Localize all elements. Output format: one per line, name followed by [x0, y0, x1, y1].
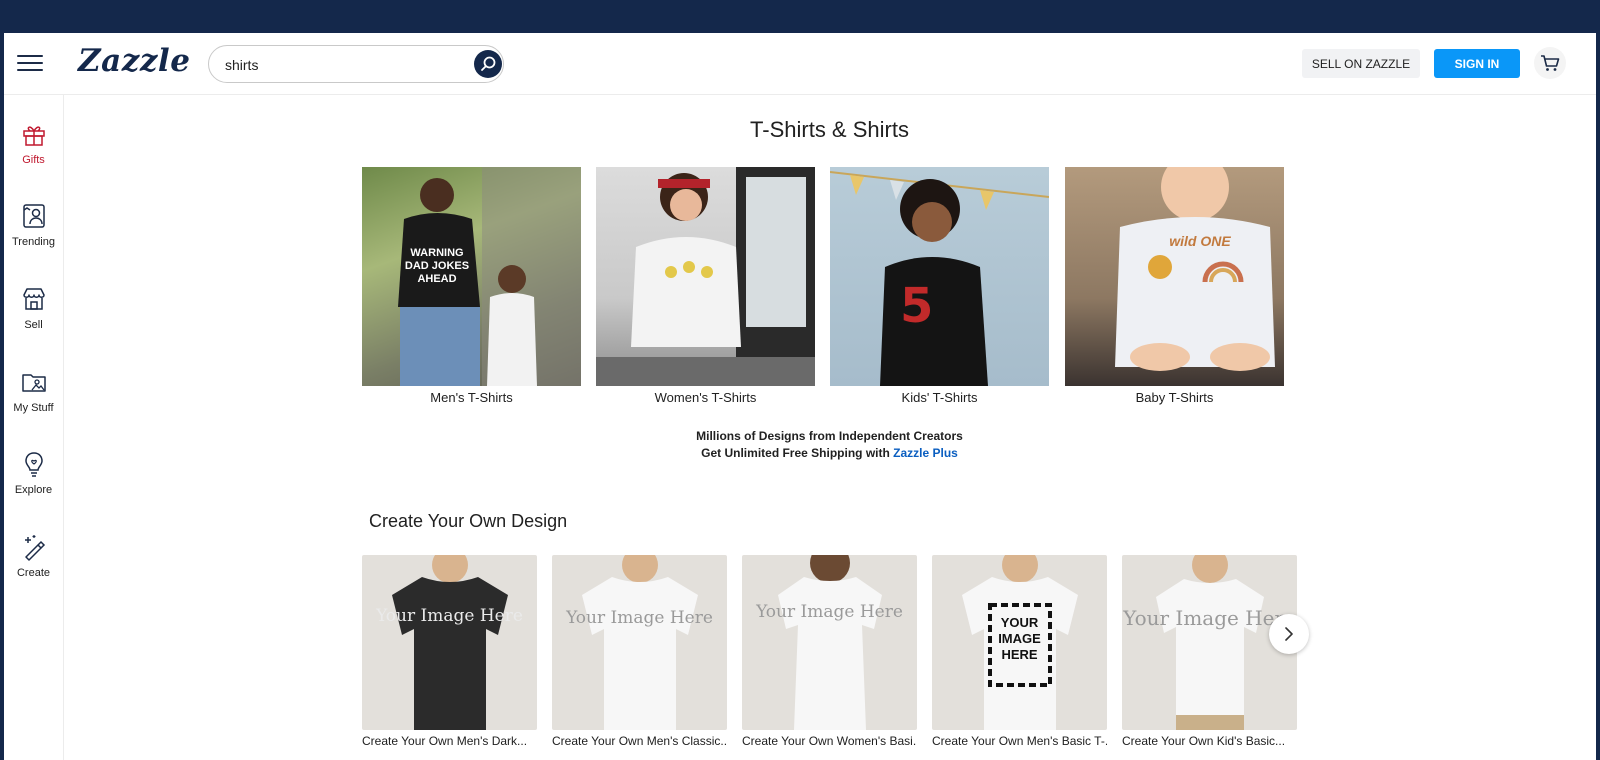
- white-tshirt-illustration: [582, 555, 698, 730]
- sidebar-item-label: Gifts: [22, 154, 45, 166]
- search-button[interactable]: [474, 50, 502, 78]
- category-label: Baby T-Shirts: [1135, 390, 1214, 405]
- category-label: Women's T-Shirts: [654, 390, 757, 405]
- product-image: Your Image Here: [362, 555, 537, 730]
- page-title: T-Shirts & Shirts: [750, 117, 909, 142]
- category-kids-tshirts[interactable]: 5 Kids' T-Shirts: [830, 167, 1049, 405]
- product-label: Create Your Own Men's Dark...: [362, 734, 528, 748]
- sidebar-item-gifts[interactable]: Gifts: [4, 120, 63, 166]
- sidebar-item-label: Explore: [14, 484, 53, 496]
- zazzle-plus-link[interactable]: Zazzle Plus: [893, 446, 958, 460]
- sign-in-button[interactable]: SIGN IN: [1434, 49, 1520, 78]
- search-icon: [481, 56, 496, 71]
- sidebar-item-explore[interactable]: Explore: [4, 450, 63, 496]
- chevron-right-icon: [1285, 627, 1293, 641]
- product-card[interactable]: Your Image Here Create Your Own Kid's Ba…: [1122, 555, 1297, 748]
- dark-tshirt-illustration: [392, 555, 508, 730]
- promo-banner: Millions of Designs from Independent Cre…: [63, 428, 1596, 462]
- sidebar-item-my-stuff[interactable]: My Stuff: [4, 368, 63, 414]
- promo-line-2-text: Get Unlimited Free Shipping with: [701, 446, 894, 460]
- product-image-text: Your Image Here: [376, 606, 523, 626]
- sidebar-item-label: Trending: [11, 236, 55, 248]
- search-input[interactable]: [223, 54, 457, 76]
- trending-icon: [22, 204, 45, 228]
- page-frame: Zazzle SELL ON ZAZZLE SIGN IN: [4, 33, 1596, 760]
- sidebar-item-label: My Stuff: [13, 402, 54, 414]
- baby-photo-illustration: [1115, 167, 1275, 371]
- sidebar-item-trending[interactable]: Trending: [4, 202, 63, 248]
- carousel-next-button[interactable]: [1269, 614, 1309, 654]
- zazzle-logo[interactable]: Zazzle: [78, 43, 190, 79]
- top-header: Zazzle SELL ON ZAZZLE SIGN IN: [4, 33, 1596, 95]
- cart-icon: [1541, 55, 1560, 71]
- sidebar-item-label: Sell: [24, 319, 43, 331]
- svg-text:5: 5: [900, 278, 933, 334]
- category-image: [596, 167, 815, 386]
- section-title-create-your-own: Create Your Own Design: [369, 511, 568, 531]
- category-shirt-text: wild ONE: [1169, 233, 1231, 249]
- womens-tshirt-illustration: [778, 555, 882, 730]
- woman-photo-illustration: [596, 167, 815, 386]
- kid-photo-illustration: 5: [830, 171, 1049, 386]
- product-card[interactable]: YOUR IMAGE HERE Create Your Own Men's Ba…: [932, 555, 1107, 748]
- product-image-text: Your Image Here: [566, 608, 713, 628]
- promo-line-2: Get Unlimited Free Shipping with Zazzle …: [63, 445, 1596, 462]
- sidebar-item-label: Create: [16, 567, 51, 579]
- product-image: Your Image Here: [742, 555, 917, 730]
- folder-icon: [21, 374, 46, 392]
- promo-line-1: Millions of Designs from Independent Cre…: [696, 429, 963, 443]
- product-image-text: YOUR IMAGE HERE: [998, 615, 1041, 662]
- category-shirt-text: WARNING DAD JOKES AHEAD: [404, 247, 470, 285]
- product-image: Your Image Here: [552, 555, 727, 730]
- store-icon: [22, 288, 45, 310]
- category-womens-tshirts[interactable]: Women's T-Shirts: [596, 167, 815, 405]
- lightbulb-icon: [24, 452, 43, 477]
- product-card[interactable]: Your Image Here Create Your Own Men's Da…: [362, 555, 537, 748]
- product-card[interactable]: Your Image Here Create Your Own Women's …: [742, 555, 917, 748]
- category-mens-tshirts[interactable]: WARNING DAD JOKES AHEAD Men's T-Shirts: [362, 167, 581, 405]
- product-card[interactable]: Your Image Here Create Your Own Men's Cl…: [552, 555, 727, 748]
- category-image: wild ONE: [1065, 167, 1284, 386]
- category-image: WARNING DAD JOKES AHEAD: [362, 167, 581, 386]
- category-label: Men's T-Shirts: [430, 390, 513, 405]
- category-label: Kids' T-Shirts: [901, 390, 978, 405]
- sidebar-item-create[interactable]: Create: [4, 533, 63, 579]
- product-label: Create Your Own Men's Classic...: [552, 734, 727, 748]
- hamburger-menu-icon[interactable]: [17, 55, 43, 73]
- sidebar-item-sell[interactable]: Sell: [4, 285, 63, 331]
- category-image: 5: [830, 167, 1049, 386]
- product-label: Create Your Own Kid's Basic...: [1122, 734, 1286, 748]
- product-label: Create Your Own Women's Basi...: [742, 734, 917, 748]
- cart-button[interactable]: [1534, 47, 1566, 79]
- sell-on-zazzle-button[interactable]: SELL ON ZAZZLE: [1302, 49, 1420, 78]
- product-image-text: Your Image Here: [756, 602, 903, 622]
- gift-icon: [22, 126, 45, 146]
- category-baby-tshirts[interactable]: wild ONE Baby T-Shirts: [1065, 167, 1284, 405]
- product-image: YOUR IMAGE HERE: [932, 555, 1107, 730]
- magic-wand-icon: [24, 535, 45, 561]
- product-label: Create Your Own Men's Basic T-...: [932, 734, 1107, 748]
- search-box: [208, 45, 504, 83]
- left-sidebar: Gifts Trending Sell My Stuff Explore Cre…: [4, 94, 64, 760]
